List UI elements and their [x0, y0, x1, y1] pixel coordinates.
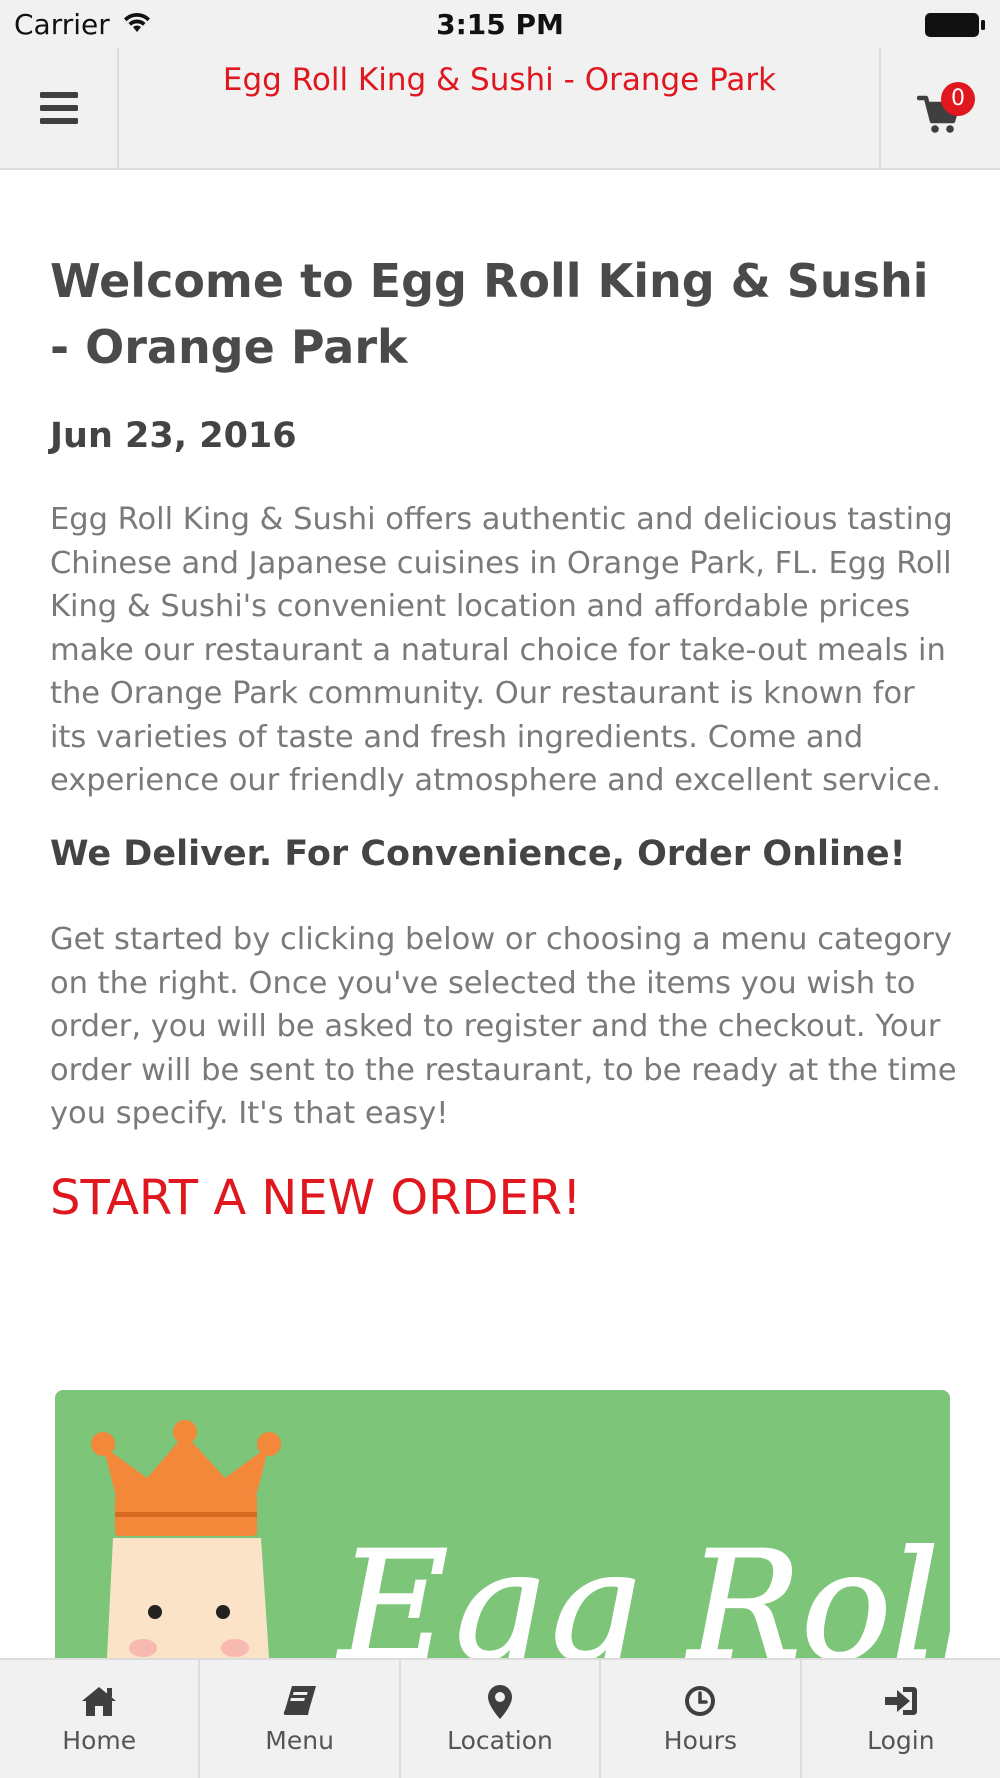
bottom-tab-bar: Home Menu Location Hours Login: [0, 1658, 1000, 1778]
logo-image: Egg Roll: [91, 1420, 950, 1658]
book-icon: [283, 1686, 316, 1715]
logo-text: Egg Roll: [336, 1520, 950, 1658]
tab-label: Home: [62, 1726, 137, 1755]
cart-count-badge: 0: [941, 82, 975, 116]
tab-location[interactable]: Location: [401, 1660, 602, 1778]
start-new-order-link[interactable]: START A NEW ORDER!: [50, 1170, 581, 1226]
restaurant-title: Egg Roll King & Sushi - Orange Park: [222, 62, 777, 98]
map-pin-icon: [488, 1685, 513, 1719]
top-nav-bar: Egg Roll King & Sushi - Orange Park 0: [0, 48, 1000, 170]
menu-toggle-button[interactable]: [0, 48, 119, 168]
intro-paragraph: Egg Roll King & Sushi offers authentic a…: [50, 502, 953, 798]
status-time: 3:15 PM: [436, 8, 564, 41]
hamburger-icon: [39, 92, 78, 124]
tab-home[interactable]: Home: [0, 1660, 201, 1778]
restaurant-logo-banner: Egg Roll: [55, 1390, 950, 1658]
tab-label: Menu: [265, 1726, 334, 1755]
battery-icon: [924, 12, 986, 42]
tab-label: Login: [867, 1726, 935, 1755]
tab-label: Hours: [663, 1726, 738, 1755]
status-bar: Carrier 3:15 PM: [0, 0, 1000, 48]
post-date: Jun 23, 2016: [50, 416, 297, 456]
tab-label: Location: [447, 1726, 553, 1755]
instructions-paragraph: Get started by clicking below or choosin…: [50, 922, 957, 1131]
page-title: Welcome to Egg Roll King & Sushi - Orang…: [50, 254, 929, 374]
cart-button[interactable]: 0: [879, 48, 1000, 168]
sign-in-icon: [884, 1687, 917, 1715]
home-icon: [82, 1687, 117, 1716]
tab-menu[interactable]: Menu: [200, 1660, 401, 1778]
tab-hours[interactable]: Hours: [601, 1660, 802, 1778]
tab-login[interactable]: Login: [802, 1660, 1000, 1778]
clock-icon: [685, 1686, 716, 1716]
delivery-heading: We Deliver. For Convenience, Order Onlin…: [50, 834, 906, 874]
